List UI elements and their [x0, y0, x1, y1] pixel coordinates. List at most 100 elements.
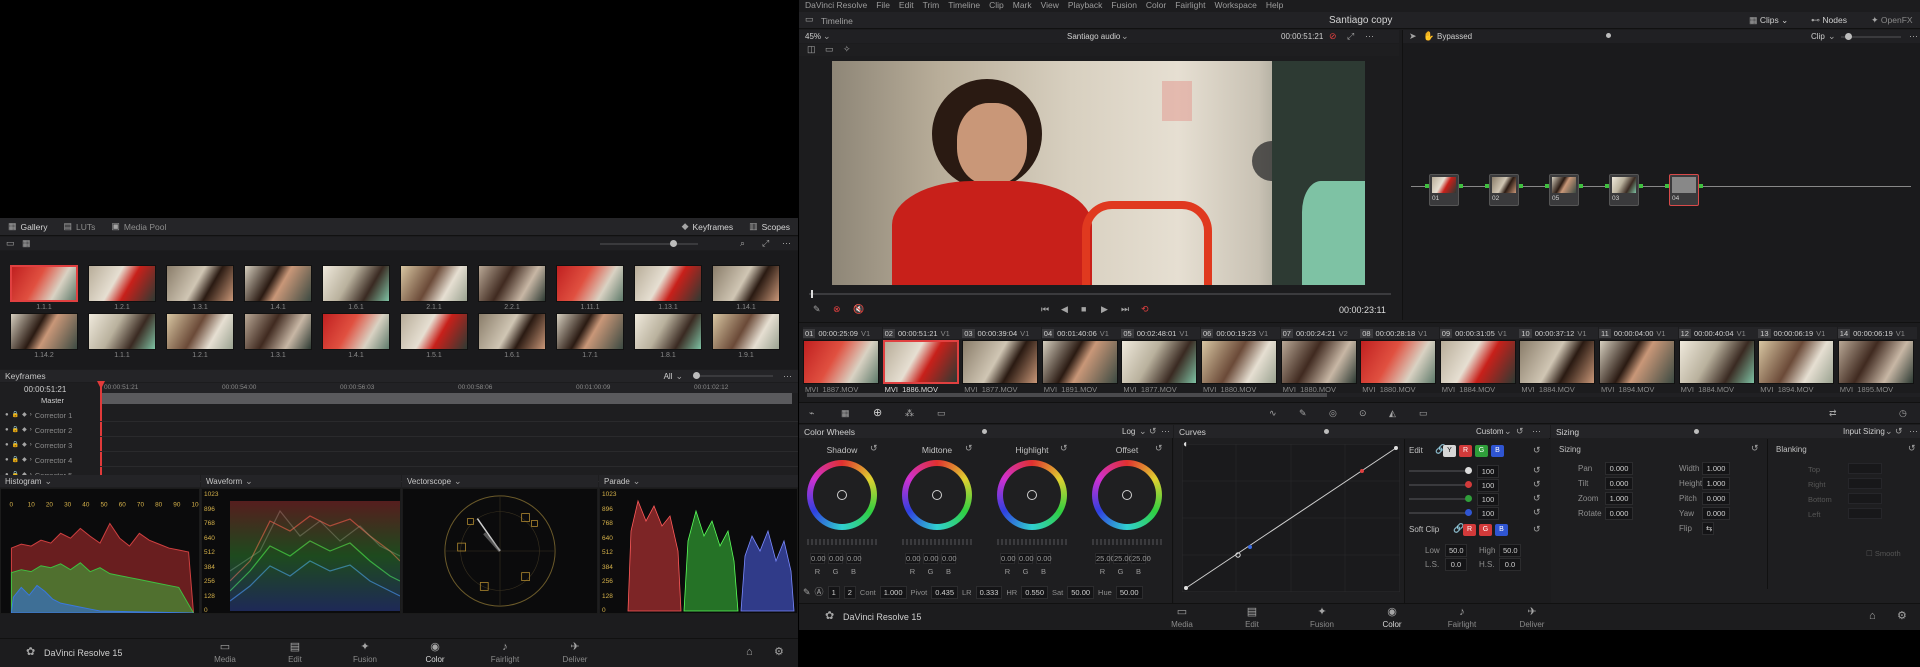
still-thumbnail[interactable]: [400, 265, 468, 302]
keyframe-dot-icon[interactable]: ●: [5, 412, 9, 418]
color-wheels-icon[interactable]: ⊕: [873, 408, 882, 419]
more-options-icon[interactable]: ⋯: [1365, 32, 1374, 41]
corrector-node[interactable]: 05: [1549, 174, 1579, 206]
r-value[interactable]: 0.00: [1000, 553, 1016, 564]
clip-thumbnail[interactable]: [1837, 340, 1914, 384]
pivot-field[interactable]: 0.435: [931, 585, 958, 599]
clip-thumbnail[interactable]: [1121, 340, 1198, 384]
keyframe-track[interactable]: ● 🔒 ◆ › Corrector 3: [0, 438, 100, 452]
chevron-right-icon[interactable]: ›: [30, 412, 32, 418]
timeline-name[interactable]: Santiago audio: [1067, 32, 1120, 41]
still-thumbnail[interactable]: [10, 265, 78, 302]
chevron-down-icon[interactable]: ⌄: [675, 371, 683, 381]
keyframe-dot-icon[interactable]: ●: [5, 457, 9, 463]
scrubber-bar[interactable]: [809, 293, 1391, 295]
node-input-dot[interactable]: [1605, 184, 1609, 188]
highlight-icon[interactable]: ✧: [843, 45, 851, 54]
lock-icon[interactable]: 🔒: [12, 427, 19, 433]
keyframe-dot-icon[interactable]: ●: [5, 442, 9, 448]
unmix-icon[interactable]: ⊗: [833, 305, 841, 314]
still-thumbnail[interactable]: [634, 313, 702, 350]
zoom-level[interactable]: 45%: [805, 32, 821, 41]
skip-back-icon[interactable]: ⏮: [1041, 305, 1049, 314]
reset-icon[interactable]: ↺: [1751, 444, 1759, 453]
sizing-mode[interactable]: Input Sizing: [1843, 427, 1885, 436]
intensity-handle[interactable]: [1465, 467, 1472, 474]
keyframe-track[interactable]: Master: [0, 393, 100, 407]
nav-fairlight[interactable]: ♪ Fairlight: [1437, 607, 1487, 630]
still-thumbnail[interactable]: [322, 313, 390, 350]
height-field[interactable]: 1.000: [1702, 477, 1730, 490]
menu-playback[interactable]: Playback: [1068, 0, 1103, 10]
chevron-down-icon[interactable]: ⌄: [1504, 427, 1512, 436]
home-icon[interactable]: ⌂: [1869, 611, 1876, 622]
chevron-down-icon[interactable]: ⌄: [633, 476, 641, 486]
tilt-field[interactable]: 0.000: [1605, 477, 1633, 490]
nav-fairlight[interactable]: ♪ Fairlight: [480, 642, 530, 665]
wheels-mode[interactable]: Log: [1122, 427, 1135, 436]
still-thumbnail[interactable]: [556, 265, 624, 302]
keyframes-zoom-slider[interactable]: [693, 372, 773, 379]
clip-thumbnail[interactable]: [803, 340, 879, 384]
tab-luts[interactable]: ▤ LUTs: [55, 218, 103, 235]
more-options-icon[interactable]: ⋯: [783, 371, 792, 381]
corrector-node[interactable]: 02: [1489, 174, 1519, 206]
intensity-field[interactable]: 100: [1477, 479, 1499, 492]
intensity-slider[interactable]: [1409, 470, 1469, 472]
chevron-down-icon[interactable]: ⌄: [1121, 32, 1129, 41]
nav-fusion[interactable]: ✦ Fusion: [340, 642, 390, 665]
corrector-node[interactable]: 01: [1429, 174, 1459, 206]
clips-button[interactable]: ▦ Clips ⌄: [1749, 15, 1788, 26]
node-output-dot[interactable]: [1459, 184, 1463, 188]
node-output-dot[interactable]: [1639, 184, 1643, 188]
nav-edit[interactable]: ▤ Edit: [270, 642, 320, 665]
timeline-icon[interactable]: ▭: [805, 15, 814, 24]
clip-thumbnail[interactable]: [962, 340, 1039, 384]
highlight-master-wheel[interactable]: [997, 539, 1067, 545]
chevron-right-icon[interactable]: ›: [30, 427, 32, 433]
nav-deliver[interactable]: ✈ Deliver: [550, 642, 600, 665]
fullscreen-icon[interactable]: ⤢: [1347, 32, 1354, 41]
tab-media-pool[interactable]: ▣ Media Pool: [103, 218, 174, 235]
chevron-down-icon[interactable]: ⌄: [245, 476, 253, 486]
blur-icon[interactable]: ◭: [1389, 409, 1396, 418]
pan-field[interactable]: 0.000: [1605, 462, 1633, 475]
softclip-high[interactable]: 50.0: [1499, 544, 1521, 557]
b-value[interactable]: 0.00: [941, 553, 957, 564]
node-input-dot[interactable]: [1665, 184, 1669, 188]
channel-g[interactable]: G: [1475, 445, 1488, 457]
page-dot[interactable]: [1694, 429, 1699, 434]
reset-icon[interactable]: ↺: [965, 444, 973, 453]
clip-thumbnail[interactable]: [1519, 340, 1596, 384]
intensity-field[interactable]: 100: [1477, 493, 1499, 506]
timeline-scrollbar[interactable]: [807, 393, 1920, 397]
qualifier-icon[interactable]: ✎: [1299, 409, 1307, 418]
still-thumbnail[interactable]: [712, 265, 780, 302]
pointer-icon[interactable]: ➤: [1409, 32, 1417, 41]
still-thumbnail[interactable]: [10, 313, 78, 350]
chevron-down-icon[interactable]: ⌄: [823, 32, 831, 41]
reset-icon[interactable]: ↺: [1533, 446, 1541, 455]
reset-icon[interactable]: ↺: [1895, 427, 1903, 436]
clip-thumbnail[interactable]: [1041, 340, 1118, 384]
zoom-field[interactable]: 1.000: [1605, 492, 1633, 505]
fit-icon[interactable]: ⤢: [762, 239, 769, 248]
reset-icon[interactable]: ↺: [1533, 525, 1541, 534]
menu-davinci-resolve[interactable]: DaVinci Resolve: [805, 0, 867, 10]
page-dot[interactable]: [1324, 429, 1329, 434]
nav-deliver[interactable]: ✈ Deliver: [1507, 607, 1557, 630]
shadow-master-wheel[interactable]: [807, 539, 877, 545]
playhead[interactable]: [100, 383, 102, 475]
intensity-slider[interactable]: [1409, 484, 1469, 486]
rgb-mixer-icon[interactable]: ⁂: [905, 409, 914, 418]
mute-icon[interactable]: 🔇: [853, 305, 864, 314]
menu-trim[interactable]: Trim: [923, 0, 940, 10]
keyframe-track[interactable]: ● 🔒 ◆ › Corrector 2: [0, 423, 100, 437]
corrector-node[interactable]: 04: [1669, 174, 1699, 206]
nav-media[interactable]: ▭ Media: [200, 642, 250, 665]
menu-fairlight[interactable]: Fairlight: [1175, 0, 1205, 10]
chevron-down-icon[interactable]: ⌄: [44, 476, 52, 486]
master-track-bar[interactable]: [100, 393, 792, 404]
page-2-button[interactable]: 2: [843, 585, 856, 599]
r-value[interactable]: 25.00: [1095, 553, 1115, 564]
